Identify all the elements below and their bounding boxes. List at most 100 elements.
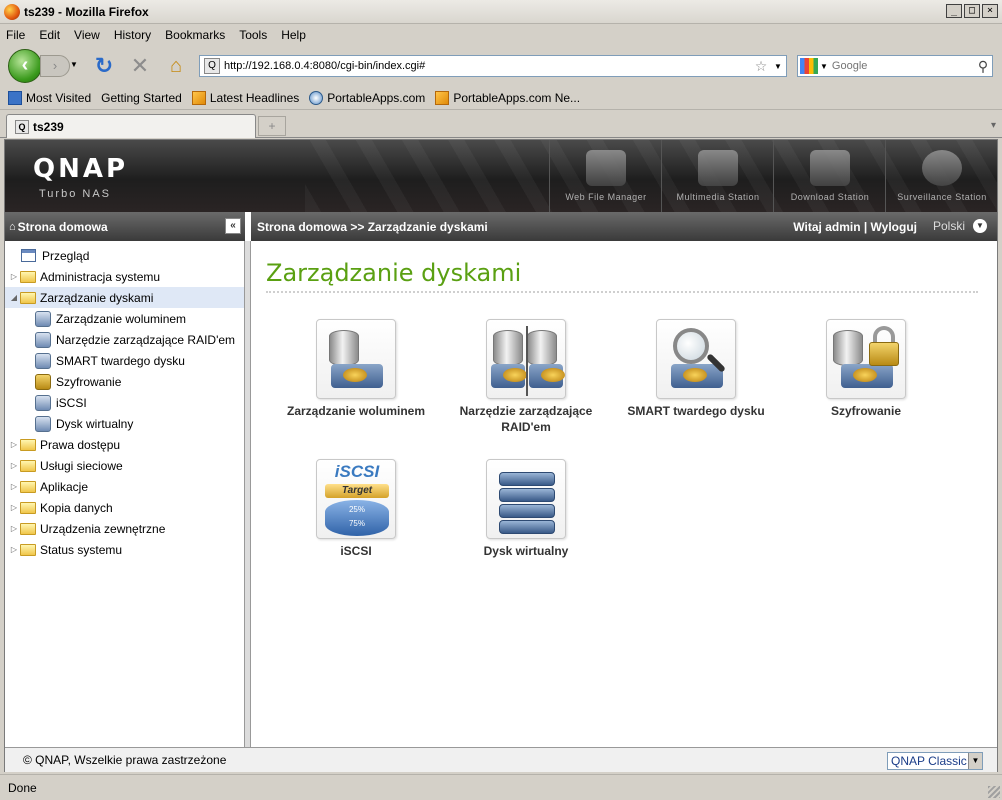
iscsi-icon[interactable]: iSCSI Target 25% 75% [316,459,396,539]
expand-arrow-icon[interactable]: ▷ [8,272,20,281]
expand-arrow-icon[interactable]: ▷ [8,440,20,449]
forward-button[interactable]: › [40,55,70,77]
menu-edit[interactable]: Edit [39,28,60,42]
smart-disk-icon[interactable] [656,319,736,399]
reload-icon[interactable]: ↻ [92,54,116,78]
expand-arrow-icon[interactable]: ▷ [8,482,20,491]
theme-select[interactable]: QNAP Classic ▼ [887,752,983,770]
search-icon[interactable]: ⚲ [974,58,992,75]
menu-view[interactable]: View [74,28,100,42]
language-dropdown-icon[interactable]: ▼ [973,219,987,233]
sidebar-item-administracja[interactable]: ▷ Administracja systemu [5,266,244,287]
bookmark-portableapps[interactable]: PortableApps.com [309,90,425,105]
sidebar-splitter[interactable] [245,241,251,747]
tab-ts239[interactable]: Q ts239 [6,114,256,138]
expand-arrow-icon[interactable]: ▷ [8,545,20,554]
tile-dysk-wirtualny[interactable]: Dysk wirtualny [441,459,611,559]
sidebar-item-szyfrowanie[interactable]: Szyfrowanie [5,371,244,392]
sidebar-header: ⌂ Strona domowa « [5,212,245,241]
expand-arrow-icon[interactable]: ▷ [8,524,20,533]
bookmark-getting-started[interactable]: Getting Started [4,91,182,239]
app-web-file-manager[interactable]: Web File Manager [549,140,661,212]
stop-icon[interactable]: ✕ [128,54,152,78]
tile-zarzadzanie-woluminem[interactable]: Zarządzanie woluminem [271,319,441,419]
qnap-header: QNAP Turbo NAS Web File Manager Multimed… [5,140,997,212]
app-surveillance-station[interactable]: Surveillance Station [885,140,997,212]
search-engine-icon[interactable] [800,58,818,74]
close-button[interactable]: × [982,4,998,18]
volume-management-icon [35,310,51,327]
sidebar-item-raid[interactable]: Narzędzie zarządzające RAID'em [5,329,244,350]
smart-disk-icon [35,352,51,369]
search-engine-dropdown-icon[interactable]: ▼ [820,62,828,71]
back-button[interactable]: ‹ [8,49,42,83]
menu-file[interactable]: File [6,28,25,42]
sidebar-item-kopia-danych[interactable]: ▷ Kopia danych [5,497,244,518]
virtual-disk-icon[interactable] [486,459,566,539]
volume-management-icon[interactable] [316,319,396,399]
resize-grip-icon[interactable] [988,786,1000,798]
rss-icon [191,90,206,105]
new-tab-button[interactable]: + [258,116,286,136]
tile-raid[interactable]: Narzędzie zarządzające RAID'em [441,319,611,435]
home-icon[interactable]: ⌂ [164,54,188,78]
sidebar-item-aplikacje[interactable]: ▷ Aplikacje [5,476,244,497]
sidebar-item-zarzadzanie-dyskami[interactable]: ◢ Zarządzanie dyskami [5,287,244,308]
most-visited-icon [8,90,22,105]
status-text: Done [8,780,37,795]
folder-icon [20,270,36,283]
welcome-logout-link[interactable]: Witaj admin | Wyloguj [793,220,917,234]
qnap-logo: QNAP [33,154,129,184]
history-dropdown-icon[interactable]: ▼ [70,60,78,69]
sidebar-item-prawa-dostepu[interactable]: ▷ Prawa dostępu [5,434,244,455]
site-identity-icon[interactable]: Q [204,58,220,74]
folder-icon [20,522,36,535]
bookmark-most-visited[interactable]: Most Visited [8,90,91,105]
tile-smart[interactable]: SMART twardego dysku [611,319,781,419]
overview-icon [21,249,36,262]
sidebar-item-status-systemu[interactable]: ▷ Status systemu [5,539,244,560]
sidebar-item-iscsi[interactable]: iSCSI [5,392,244,413]
url-text[interactable]: http://192.168.0.4:8080/cgi-bin/index.cg… [224,60,752,72]
maximize-button[interactable]: □ [964,4,980,18]
collapse-arrow-icon[interactable]: ◢ [8,293,20,302]
bookmark-star-icon[interactable]: ☆ [752,58,770,75]
raid-tool-icon[interactable] [486,319,566,399]
search-bar[interactable]: ▼ ⚲ [797,55,993,77]
url-dropdown-icon[interactable]: ▼ [770,62,786,71]
app-multimedia-station[interactable]: Multimedia Station [661,140,773,212]
window-controls: _ □ × [946,4,998,18]
menu-bookmarks[interactable]: Bookmarks [165,28,225,42]
qnap-app-shortcuts: Web File Manager Multimedia Station Down… [549,140,997,212]
menu-tools[interactable]: Tools [239,28,267,42]
chevron-down-icon[interactable]: ▼ [968,753,982,769]
breadcrumb[interactable]: Strona domowa >> Zarządzanie dyskami [257,220,488,234]
expand-arrow-icon[interactable]: ▷ [8,461,20,470]
expand-arrow-icon[interactable]: ▷ [8,503,20,512]
url-bar[interactable]: Q http://192.168.0.4:8080/cgi-bin/index.… [199,55,787,77]
bookmark-latest-headlines[interactable]: Latest Headlines [191,90,299,105]
folder-icon [20,501,36,514]
app-download-station[interactable]: Download Station [773,140,885,212]
tile-iscsi[interactable]: iSCSI Target 25% 75% iSCSI [271,459,441,559]
menu-help[interactable]: Help [281,28,306,42]
bookmark-portableapps-news[interactable]: PortableApps.com Ne... [435,90,580,105]
sidebar-item-smart[interactable]: SMART twardego dysku [5,350,244,371]
collapse-sidebar-button[interactable]: « [225,218,241,234]
sidebar-item-dysk-wirtualny[interactable]: Dysk wirtualny [5,413,244,434]
sidebar-item-zarzadzanie-woluminem[interactable]: Zarządzanie woluminem [5,308,244,329]
sidebar-item-przeglad[interactable]: Przegląd [5,245,244,266]
sidebar-item-urzadzenia-zewnetrzne[interactable]: ▷ Urządzenia zewnętrzne [5,518,244,539]
menu-history[interactable]: History [114,28,151,42]
web-file-manager-icon [586,150,626,186]
tile-szyfrowanie[interactable]: Szyfrowanie [781,319,951,419]
minimize-button[interactable]: _ [946,4,962,18]
sidebar-item-uslugi-sieciowe[interactable]: ▷ Usługi sieciowe [5,455,244,476]
encryption-lock-icon[interactable] [826,319,906,399]
search-input[interactable] [831,60,974,72]
language-label[interactable]: Polski [933,219,965,233]
copyright-text: © QNAP, Wszelkie prawa zastrzeżone [23,753,227,767]
sidebar-tree: Przegląd ▷ Administracja systemu ◢ Zarzą… [5,241,245,747]
tab-list-icon[interactable]: ▾ [991,120,996,131]
surveillance-camera-icon [922,150,962,186]
